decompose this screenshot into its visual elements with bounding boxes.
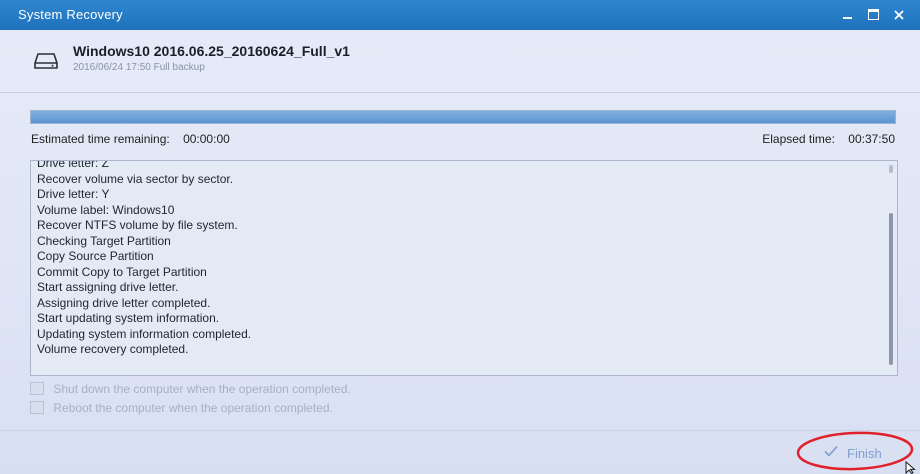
log-line: Assigning drive letter completed. bbox=[37, 295, 211, 310]
finish-button[interactable]: Finish bbox=[818, 441, 894, 465]
estimated-time-remaining: Estimated time remaining: 00:00:00 bbox=[31, 132, 230, 146]
elapsed-time: Elapsed time: 00:37:50 bbox=[762, 132, 895, 146]
hard-drive-icon bbox=[34, 53, 58, 69]
log-scrollbar[interactable] bbox=[887, 165, 895, 369]
log-line: Updating system information completed. bbox=[37, 326, 252, 341]
log-line: Volume recovery completed. bbox=[37, 342, 189, 356]
title-bar: System Recovery bbox=[0, 0, 920, 30]
maximize-button[interactable] bbox=[862, 4, 884, 26]
shutdown-checkbox[interactable] bbox=[30, 382, 44, 395]
reboot-label: Reboot the computer when the operation c… bbox=[53, 401, 333, 415]
job-subtitle: 2016/06/24 17:50 Full backup bbox=[73, 62, 205, 73]
progress-fill bbox=[31, 111, 895, 123]
remaining-label: Estimated time remaining: bbox=[31, 132, 170, 146]
job-name: Windows10 2016.06.25_20160624_Full_v1 bbox=[73, 43, 350, 59]
log-line: Recover NTFS volume by file system. bbox=[37, 218, 238, 232]
header-divider bbox=[0, 92, 920, 93]
finish-label: Finish bbox=[847, 446, 882, 461]
mouse-cursor-icon bbox=[905, 461, 916, 474]
close-icon bbox=[894, 9, 904, 20]
reboot-option[interactable]: Reboot the computer when the operation c… bbox=[30, 401, 333, 415]
log-line: Drive letter: Y bbox=[37, 187, 110, 201]
log-line: Copy Source Partition bbox=[37, 249, 154, 263]
log-line: Volume label: Windows10 bbox=[37, 202, 175, 217]
log-line: Commit Copy to Target Partition bbox=[37, 264, 207, 279]
scroll-up-arrow[interactable] bbox=[889, 165, 893, 173]
reboot-checkbox[interactable] bbox=[30, 401, 44, 414]
log-lines: Drive letter: Z Recover volume via sector… bbox=[37, 160, 877, 358]
log-line: Start updating system information. bbox=[37, 311, 220, 325]
minimize-button[interactable] bbox=[836, 4, 858, 26]
scroll-thumb[interactable] bbox=[889, 213, 893, 365]
elapsed-label: Elapsed time: bbox=[762, 132, 835, 146]
shutdown-option[interactable]: Shut down the computer when the operatio… bbox=[30, 382, 351, 396]
log-line: Recover volume via sector by sector. bbox=[37, 171, 234, 186]
elapsed-value: 00:37:50 bbox=[848, 132, 895, 146]
footer-divider bbox=[0, 430, 920, 431]
operation-log[interactable]: Drive letter: Z Recover volume via sector… bbox=[30, 160, 898, 376]
log-line: Drive letter: Z bbox=[37, 160, 110, 170]
remaining-value: 00:00:00 bbox=[183, 132, 230, 146]
log-line: Checking Target Partition bbox=[37, 233, 171, 248]
progress-bar bbox=[30, 110, 896, 124]
window-title: System Recovery bbox=[18, 7, 123, 22]
shutdown-label: Shut down the computer when the operatio… bbox=[53, 382, 351, 396]
job-header: Windows10 2016.06.25_20160624_Full_v1 20… bbox=[0, 30, 920, 92]
system-recovery-window: System Recovery Windows10 2016.06.25_201… bbox=[0, 0, 920, 474]
log-line: Start assigning drive letter. bbox=[37, 280, 179, 294]
maximize-icon bbox=[867, 9, 879, 20]
checkmark-icon bbox=[824, 445, 838, 457]
close-button[interactable] bbox=[888, 4, 910, 26]
minimize-icon bbox=[842, 16, 852, 19]
